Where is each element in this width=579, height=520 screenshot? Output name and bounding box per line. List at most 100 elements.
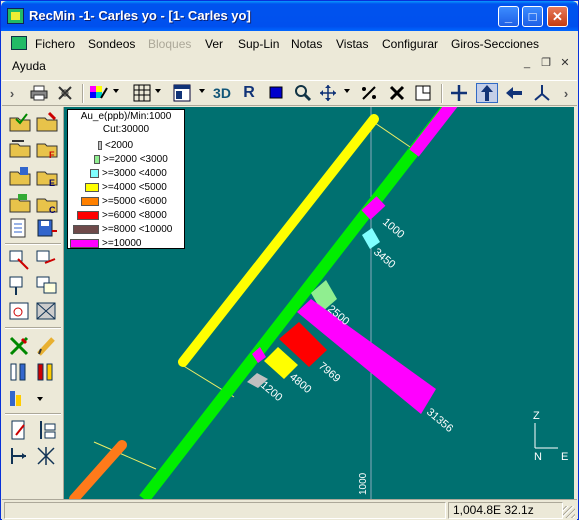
axis-3d-icon[interactable]	[531, 83, 553, 103]
legend-swatch	[98, 140, 102, 150]
folder-check-icon[interactable]	[8, 111, 32, 133]
window-title: RecMin -1- Carles yo - [1- Carles yo]	[29, 8, 251, 23]
disk-export-icon[interactable]	[35, 217, 59, 239]
menu-fichero[interactable]: Fichero	[35, 37, 75, 51]
histogram-dropdown-icon[interactable]	[37, 397, 43, 401]
pan-icon[interactable]	[317, 83, 339, 103]
section-link-icon[interactable]	[35, 249, 59, 271]
distance-icon[interactable]	[8, 445, 32, 467]
frame-icon[interactable]	[412, 83, 434, 103]
drill-colors-icon[interactable]	[35, 361, 59, 383]
legend-swatch	[94, 154, 100, 164]
menu-configurar[interactable]: Configurar	[382, 37, 438, 51]
menu-notas[interactable]: Notas	[291, 37, 322, 51]
gridline-label: 1000	[358, 472, 369, 495]
toolbar-grip[interactable]: ›	[6, 83, 18, 103]
status-message	[4, 502, 446, 519]
folder-c-icon[interactable]: C	[35, 192, 59, 214]
legend-entry: >=3000 <4000	[70, 167, 167, 179]
section-down-icon[interactable]	[8, 275, 32, 297]
menu-vistas[interactable]: Vistas	[336, 37, 368, 51]
zoom-icon[interactable]	[292, 83, 314, 103]
pan-dropdown-icon[interactable]	[344, 89, 350, 93]
main-toolbar: › 3D R ›	[2, 80, 577, 106]
toolbar-overflow-icon[interactable]: ›	[559, 83, 573, 103]
window-layout-icon[interactable]	[171, 83, 193, 103]
folder-edit-icon[interactable]	[35, 111, 59, 133]
arrow-up-icon[interactable]	[476, 83, 498, 103]
menu-sup-lin[interactable]: Sup-Lin	[238, 37, 279, 51]
fill-rectangle-icon[interactable]	[265, 83, 287, 103]
pencil-icon[interactable]	[35, 335, 59, 357]
delete-icon[interactable]	[386, 83, 408, 103]
minimize-button[interactable]: _	[498, 6, 519, 27]
menu-ver[interactable]: Ver	[205, 37, 223, 51]
legend-entry: >=2000 <3000	[70, 153, 168, 165]
app-icon[interactable]	[7, 8, 24, 24]
status-coordinates: 1,004.8E 32.1z	[448, 502, 563, 519]
crosshair-icon[interactable]	[448, 83, 470, 103]
sample-label-4800: 4800	[287, 371, 313, 396]
intersect-icon[interactable]	[35, 445, 59, 467]
document-edit-icon[interactable]	[8, 419, 32, 441]
legend-entry: >=5000 <6000	[70, 195, 167, 207]
title-bar[interactable]: RecMin -1- Carles yo - [1- Carles yo] _ …	[1, 1, 578, 31]
legend-entry: >=4000 <5000	[70, 181, 167, 193]
mdi-close-button[interactable]: ✕	[558, 57, 572, 71]
drillhole-main[interactable]	[139, 107, 456, 499]
tie-line	[371, 120, 417, 152]
legend-cut: Cut:30000	[102, 124, 150, 135]
sample-magenta-top[interactable]	[409, 107, 458, 157]
split-view-icon[interactable]	[35, 419, 59, 441]
document-list-icon[interactable]	[8, 217, 32, 239]
measure-icon[interactable]	[358, 83, 380, 103]
mdi-restore-button[interactable]: ❐	[539, 57, 553, 71]
arrow-left-icon[interactable]	[503, 83, 525, 103]
legend-swatch	[81, 196, 99, 206]
sample-label-1000: 1000	[380, 216, 406, 241]
vertical-scrollbar[interactable]	[574, 107, 578, 499]
view-3d-button[interactable]: 3D	[211, 83, 233, 103]
folder-save-icon[interactable]	[8, 165, 32, 187]
drill-bars-icon[interactable]	[8, 361, 32, 383]
rotate-r-button[interactable]: R	[238, 83, 260, 103]
menu-sondeos[interactable]: Sondeos	[88, 37, 135, 51]
resize-grip[interactable]	[563, 506, 575, 518]
folder-f-icon[interactable]: F	[35, 137, 59, 159]
legend-entry: >=8000 <10000	[70, 223, 172, 235]
close-button[interactable]: ✕	[547, 6, 568, 27]
legend-swatch	[70, 238, 99, 248]
sample-cyan-3450[interactable]	[362, 228, 380, 249]
legend-title: Au_e(ppb)/Min:1000	[80, 111, 172, 122]
menu-ayuda[interactable]: Ayuda	[12, 59, 46, 73]
section-arrow-icon[interactable]	[8, 249, 32, 271]
menu-giros-secciones[interactable]: Giros-Secciones	[451, 37, 539, 51]
mdi-minimize-button[interactable]: _	[520, 57, 534, 71]
drillhole-orange[interactable]	[69, 440, 127, 499]
folder-open-icon[interactable]	[8, 137, 32, 159]
layout-dropdown-icon[interactable]	[199, 89, 205, 93]
menu-bar: Fichero Sondeos Bloques Ver Sup-Lin Nota…	[2, 32, 577, 80]
legend-swatch	[85, 182, 99, 192]
pencil-cross-icon[interactable]	[8, 335, 32, 357]
grid-icon[interactable]	[131, 83, 153, 103]
app-window: RecMin -1- Carles yo - [1- Carles yo] _ …	[0, 0, 579, 520]
legend-entry: <2000	[70, 139, 133, 151]
legend-swatch	[77, 210, 99, 220]
folder-layers-icon[interactable]	[8, 192, 32, 214]
palette-icon[interactable]	[88, 83, 110, 103]
axis-n-label: N	[534, 451, 542, 463]
folder-e-icon[interactable]: E	[35, 165, 59, 187]
document-icon[interactable]	[11, 36, 27, 50]
histogram-icon[interactable]	[8, 387, 32, 409]
grid-dropdown-icon[interactable]	[155, 89, 161, 93]
printer-icon[interactable]	[28, 83, 50, 103]
status-bar: 1,004.8E 32.1z	[2, 499, 577, 520]
maximize-button[interactable]: □	[522, 6, 543, 27]
axis-e-label: E	[561, 451, 568, 463]
view-window-icon[interactable]	[8, 301, 32, 323]
no-grid-icon[interactable]	[54, 83, 76, 103]
section-copy-icon[interactable]	[35, 275, 59, 297]
palette-dropdown-icon[interactable]	[113, 89, 119, 93]
grid-select-icon[interactable]	[35, 301, 59, 323]
